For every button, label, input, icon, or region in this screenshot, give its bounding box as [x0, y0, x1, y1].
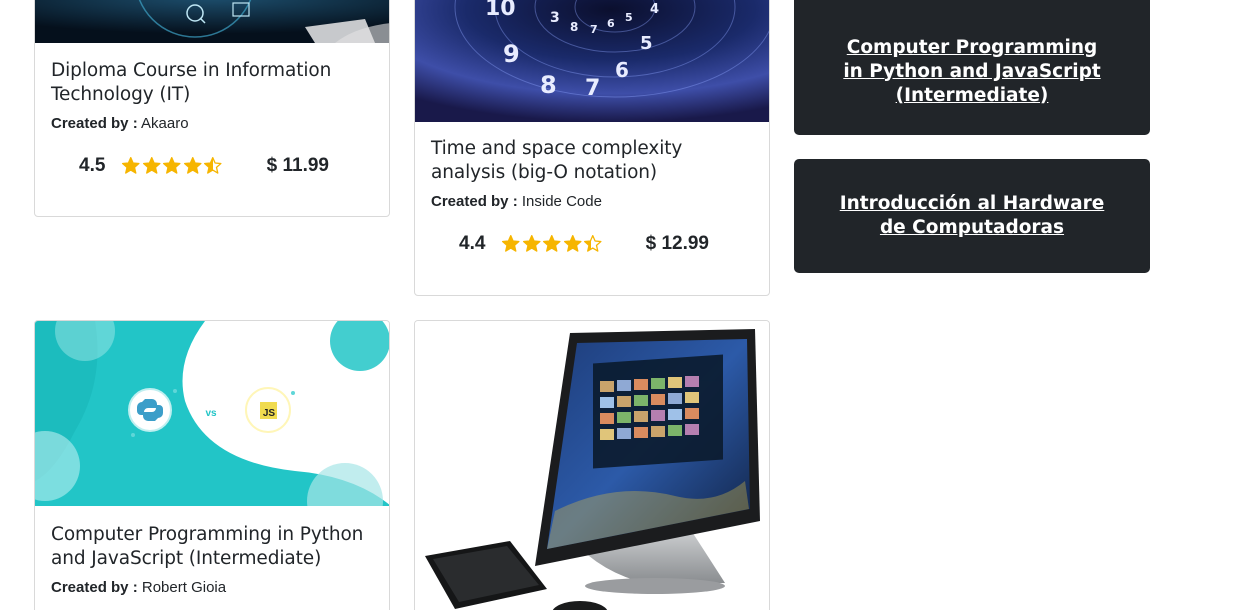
svg-text:5: 5	[640, 33, 653, 54]
related-course-box: Computer Programming in Python and JavaS…	[794, 0, 1150, 135]
svg-text:8: 8	[570, 20, 578, 34]
star-full-icon	[142, 157, 161, 174]
svg-text:7: 7	[590, 23, 598, 36]
star-full-icon	[501, 235, 520, 252]
course-price: $ 12.99	[645, 233, 709, 254]
course-title[interactable]: Diploma Course in Information Technology…	[51, 59, 373, 107]
star-full-icon	[121, 157, 140, 174]
course-thumbnail[interactable]	[35, 0, 389, 43]
course-thumbnail-image: 10 3 8 7 6 5 4 5 6 7 8 9	[415, 0, 769, 122]
svg-text:7: 7	[585, 76, 600, 101]
course-thumbnail[interactable]: vs JS	[35, 321, 389, 506]
course-card[interactable]: 10 3 8 7 6 5 4 5 6 7 8 9 Time and space …	[414, 0, 770, 296]
course-author: Created by : Robert Gioia	[51, 579, 373, 596]
page: Diploma Course in Information Technology…	[0, 0, 1254, 610]
svg-text:5: 5	[625, 11, 633, 24]
course-author: Created by : Inside Code	[431, 193, 753, 210]
star-half-icon	[583, 235, 602, 252]
course-thumbnail-image	[415, 321, 769, 610]
svg-text:4: 4	[650, 2, 659, 17]
rating-value: 4.5	[79, 155, 106, 176]
course-card[interactable]	[414, 320, 770, 610]
svg-text:9: 9	[503, 40, 520, 68]
star-half-icon	[203, 157, 222, 174]
course-thumbnail[interactable]: 10 3 8 7 6 5 4 5 6 7 8 9	[415, 0, 769, 122]
created-by-label: Created by :	[51, 115, 138, 132]
created-by-label: Created by :	[51, 579, 138, 596]
star-full-icon	[563, 235, 582, 252]
author-name: Inside Code	[521, 193, 602, 210]
author-name: Akaaro	[141, 115, 189, 132]
rating-stars	[501, 234, 603, 254]
star-full-icon	[522, 235, 541, 252]
related-course-box: Introducción al Hardware de Computadoras	[794, 159, 1150, 273]
author-name: Robert Gioia	[141, 579, 227, 596]
star-full-icon	[162, 157, 181, 174]
star-full-icon	[183, 157, 202, 174]
course-thumbnail-image	[35, 0, 389, 43]
related-course-link[interactable]: Introducción al Hardware de Computadoras	[794, 192, 1150, 240]
course-thumbnail[interactable]	[415, 321, 769, 610]
svg-text:10: 10	[485, 0, 516, 21]
rating-value: 4.4	[459, 233, 486, 254]
svg-text:8: 8	[540, 71, 557, 99]
svg-text:6: 6	[615, 58, 629, 82]
course-meta: 4.4 $ 12.99	[431, 231, 753, 257]
svg-text:JS: JS	[263, 408, 276, 419]
course-meta: 4.5 $ 11.99	[51, 153, 373, 179]
svg-text:6: 6	[607, 17, 615, 30]
rating-stars	[121, 156, 223, 176]
course-card[interactable]: vs JS Computer Programming in Python and…	[34, 320, 390, 610]
svg-text:vs: vs	[205, 408, 217, 419]
star-full-icon	[542, 235, 561, 252]
course-author: Created by : Akaaro	[51, 115, 373, 132]
course-card[interactable]: Diploma Course in Information Technology…	[34, 0, 390, 217]
course-thumbnail-image: vs JS	[35, 321, 389, 506]
course-price: $ 11.99	[266, 155, 329, 176]
related-course-link[interactable]: Computer Programming in Python and JavaS…	[794, 22, 1150, 108]
svg-text:3: 3	[550, 10, 560, 26]
created-by-label: Created by :	[431, 193, 518, 210]
course-title[interactable]: Computer Programming in Python and JavaS…	[51, 523, 373, 571]
course-title[interactable]: Time and space complexity analysis (big-…	[431, 137, 753, 185]
